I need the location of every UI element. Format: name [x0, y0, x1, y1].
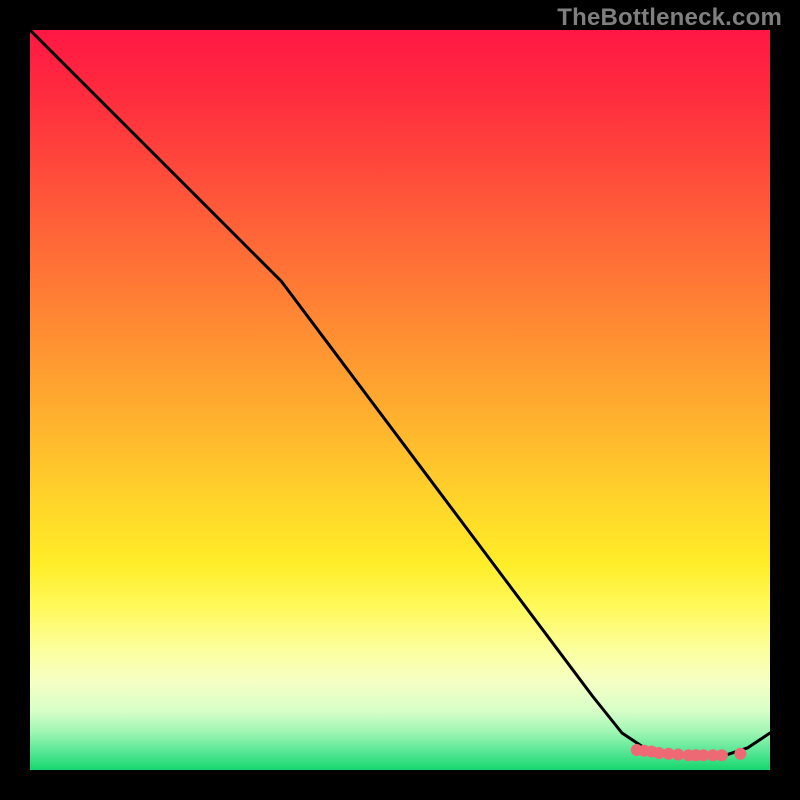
marker-dot	[672, 749, 684, 761]
watermark-text: TheBottleneck.com	[557, 4, 782, 32]
chart-overlay	[30, 30, 770, 770]
marker-dot	[734, 748, 746, 760]
marker-dot	[716, 749, 728, 761]
plot-area	[30, 30, 770, 770]
chart-frame: TheBottleneck.com	[0, 0, 800, 800]
bottleneck-curve	[30, 30, 770, 755]
